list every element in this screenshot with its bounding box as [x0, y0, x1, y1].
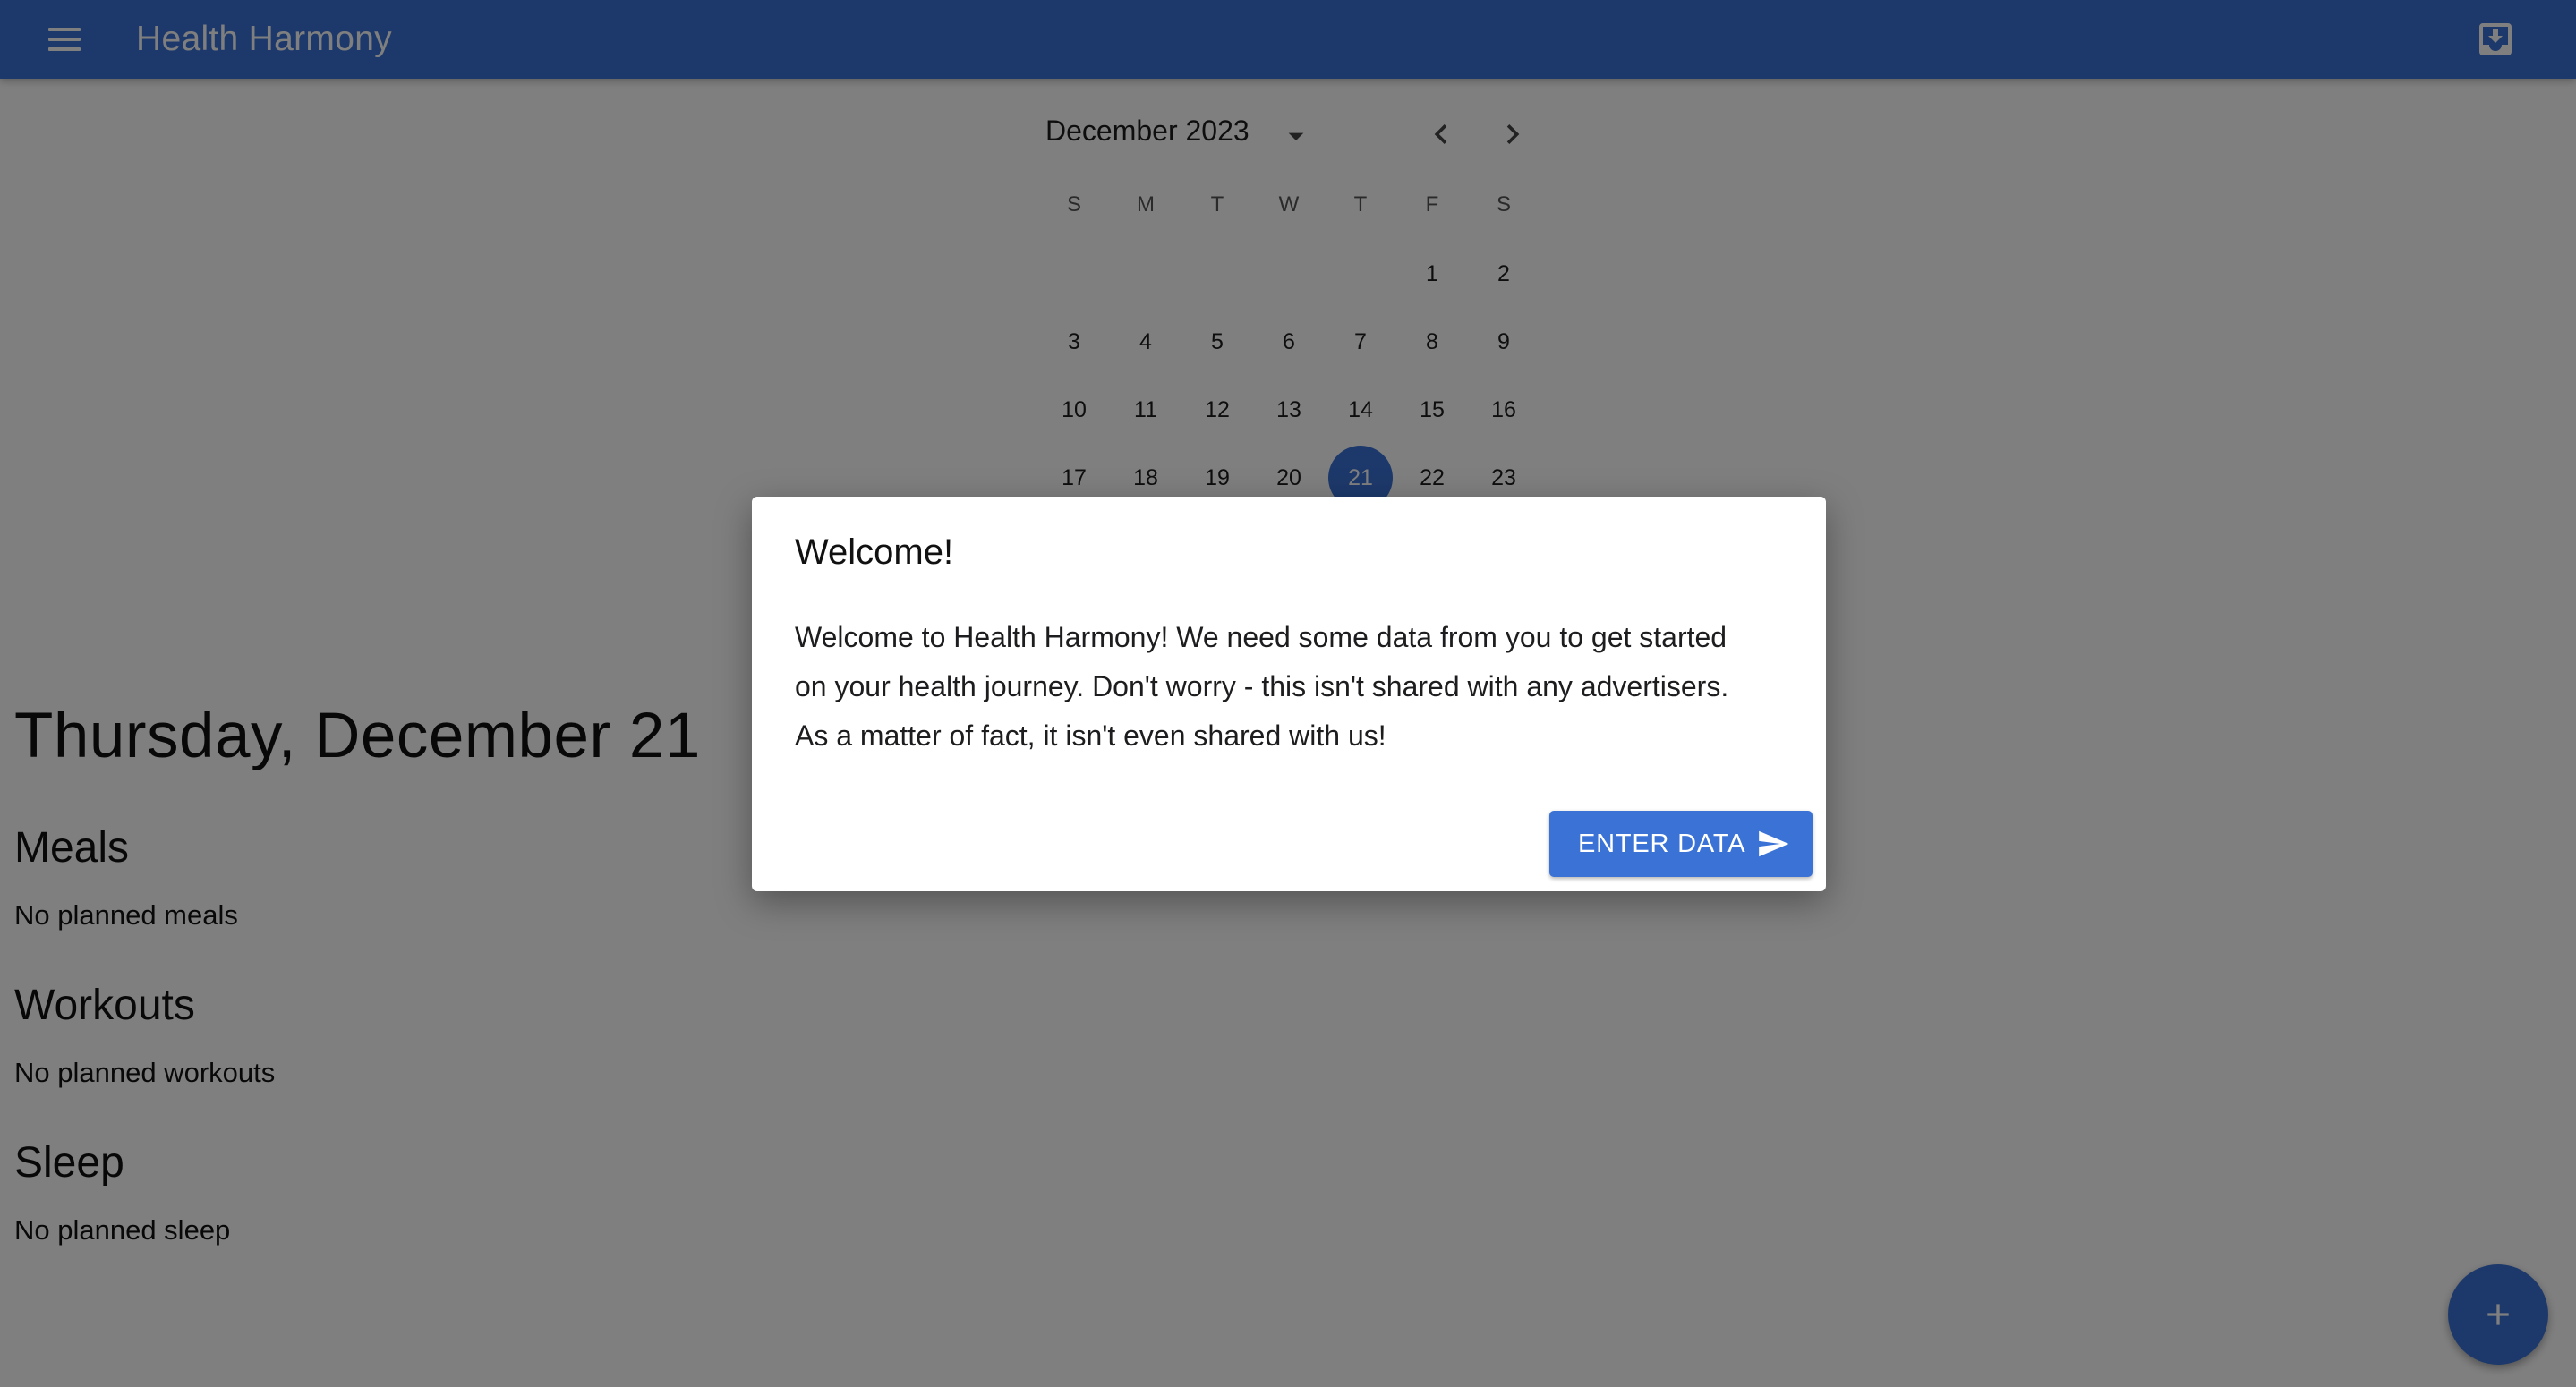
dialog-title: Welcome!: [795, 532, 954, 572]
enter-data-button-label: ENTER DATA: [1578, 830, 1746, 858]
send-icon: [1759, 830, 1789, 857]
enter-data-button[interactable]: ENTER DATA: [1549, 811, 1813, 877]
welcome-dialog: Welcome! Welcome to Health Harmony! We n…: [752, 497, 1826, 891]
dialog-body-line: on your health journey. Don't worry - th…: [795, 670, 1729, 702]
app-page: Health Harmony December 2023 SMTWTFS 123…: [0, 0, 2576, 1387]
dialog-body: Welcome to Health Harmony! We need some …: [795, 613, 1788, 761]
dialog-body-line: Welcome to Health Harmony! We need some …: [795, 621, 1727, 653]
dialog-body-line: As a matter of fact, it isn't even share…: [795, 719, 1386, 752]
